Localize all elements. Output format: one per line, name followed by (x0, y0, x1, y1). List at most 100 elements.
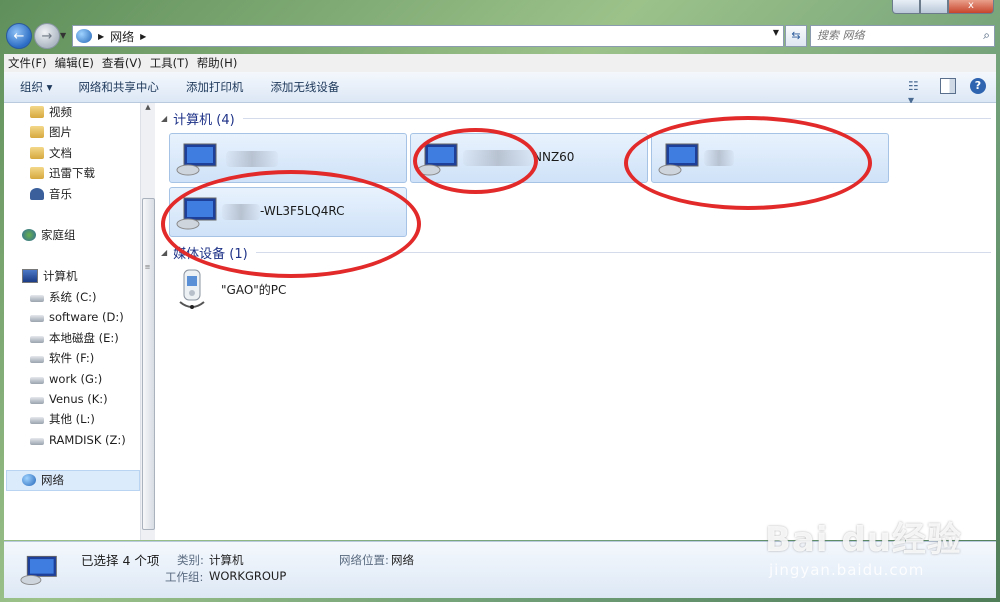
window-controls: x (892, 0, 994, 14)
sidebar-item-drive-k[interactable]: Venus (K:) (30, 390, 108, 408)
sidebar-item-drive-d[interactable]: software (D:) (30, 308, 124, 326)
sidebar-item-thunder-downloads[interactable]: 迅雷下载 (30, 164, 95, 182)
category-label: 类别: (177, 553, 204, 567)
menu-help[interactable]: 帮助(H) (193, 55, 242, 71)
menu-edit[interactable]: 编辑(E) (51, 55, 98, 71)
media-device-name: "GAO"的PC (221, 282, 287, 297)
system-drive-icon (30, 295, 44, 302)
recent-pages-dropdown[interactable]: ▼ (60, 31, 66, 40)
group-title: 计算机 (4) (173, 113, 235, 128)
watermark-url: jingyan.baidu.com (769, 561, 925, 579)
network-icon (76, 29, 92, 43)
menu-bar: 文件(F) 编辑(E) 查看(V) 工具(T) 帮助(H) (4, 54, 996, 72)
sidebar-item-documents[interactable]: 文档 (30, 144, 72, 162)
collapse-icon[interactable]: ◢ (161, 248, 167, 257)
computer-icon (176, 143, 217, 176)
content-area: ◢ 计算机 (4) NNZ60 -WL3F5LQ4RC ◢ 媒体设备 (1) "… (155, 103, 996, 540)
redacted-name (226, 151, 278, 167)
drive-icon (30, 438, 44, 445)
add-printer-button[interactable]: 添加打印机 (186, 79, 244, 95)
network-icon (22, 474, 36, 486)
watermark-logo: Bai du经验 (765, 520, 962, 560)
menu-tools[interactable]: 工具(T) (146, 55, 193, 71)
nav-scrollbar[interactable]: ▲ ≡ (140, 103, 155, 540)
annotation-circle (624, 116, 872, 210)
change-view-icon[interactable]: ☷ ▾ (908, 79, 926, 107)
help-icon[interactable]: ? (970, 78, 986, 94)
sidebar-item-network[interactable]: 网络 (22, 471, 64, 489)
sidebar-label: Venus (K:) (49, 392, 108, 406)
sidebar-label: RAMDISK (Z:) (49, 433, 126, 447)
annotation-circle (161, 170, 421, 278)
back-button[interactable]: ← (6, 23, 32, 49)
pictures-folder-icon (30, 126, 44, 138)
network-sharing-center-button[interactable]: 网络和共享中心 (78, 79, 159, 95)
refresh-button[interactable]: ⇆ (785, 25, 807, 47)
sidebar-item-music[interactable]: 音乐 (30, 185, 72, 203)
menu-file[interactable]: 文件(F) (4, 55, 51, 71)
sidebar-label: work (G:) (49, 372, 103, 386)
minimize-button[interactable] (892, 0, 920, 14)
close-button[interactable]: x (948, 0, 994, 14)
maximize-button[interactable] (920, 0, 948, 14)
drive-icon (30, 377, 44, 384)
drive-icon (30, 315, 44, 322)
breadcrumb-chevron-icon[interactable]: ▶ (140, 32, 146, 41)
drive-icon (30, 417, 44, 424)
sidebar-item-drive-g[interactable]: work (G:) (30, 370, 102, 388)
documents-folder-icon (30, 147, 44, 159)
forward-arrow-icon: → (41, 28, 53, 44)
workgroup-value: WORKGROUP (209, 569, 287, 583)
sidebar-label: 视频 (49, 105, 72, 119)
breadcrumb-separator-icon[interactable]: ▶ (98, 32, 104, 41)
drive-icon (30, 336, 44, 343)
sidebar-label: software (D:) (49, 310, 124, 324)
search-box[interactable]: ⌕ (810, 25, 995, 47)
homegroup-icon (22, 229, 36, 241)
drive-icon (30, 356, 44, 363)
group-divider (242, 118, 991, 119)
workgroup-label: 工作组: (165, 570, 204, 584)
sidebar-label: 其他 (L:) (49, 412, 95, 426)
forward-button[interactable]: → (34, 23, 60, 49)
sidebar-item-drive-c[interactable]: 系统 (C:) (30, 288, 97, 306)
network-location-value: 网络 (391, 553, 414, 567)
search-input[interactable] (815, 28, 969, 43)
breadcrumb-network[interactable]: 网络 (110, 28, 134, 45)
address-dropdown-icon[interactable]: ▼ (773, 28, 779, 37)
sidebar-item-drive-z[interactable]: RAMDISK (Z:) (30, 431, 126, 449)
sidebar-item-drive-f[interactable]: 软件 (F:) (30, 349, 94, 367)
navigation-pane: 视频 图片 文档 迅雷下载 音乐 家庭组 计算机 系统 (C:) softwar… (4, 103, 155, 540)
category-value: 计算机 (209, 553, 244, 567)
video-folder-icon (30, 106, 44, 118)
sidebar-item-drive-e[interactable]: 本地磁盘 (E:) (30, 329, 119, 347)
add-wireless-device-button[interactable]: 添加无线设备 (270, 79, 339, 95)
sidebar-label: 计算机 (43, 269, 78, 283)
computer-name: NNZ60 (533, 150, 575, 164)
music-icon (30, 188, 44, 200)
sidebar-label: 图片 (49, 125, 72, 139)
sidebar-label: 文档 (49, 146, 72, 160)
navigation-bar: ← → ▼ ▶ 网络 ▶ ▼ ⇆ ⌕ (0, 18, 1000, 54)
sidebar-item-computer[interactable]: 计算机 (22, 267, 78, 285)
search-icon[interactable]: ⌕ (983, 28, 990, 43)
back-arrow-icon: ← (13, 28, 25, 44)
scrollbar-thumb[interactable] (142, 198, 155, 530)
command-bar: 组织 ▾ 网络和共享中心 添加打印机 添加无线设备 ☷ ▾ ? (4, 72, 996, 107)
media-device-icon (179, 269, 205, 309)
selection-count: 已选择 4 个项 (81, 553, 160, 568)
sidebar-item-pictures[interactable]: 图片 (30, 123, 72, 141)
group-header-computers[interactable]: ◢ 计算机 (4) (161, 109, 991, 128)
sidebar-label: 音乐 (49, 187, 72, 201)
sidebar-item-drive-l[interactable]: 其他 (L:) (30, 410, 95, 428)
network-location-label: 网络位置: (339, 553, 389, 567)
organize-button[interactable]: 组织 ▾ (20, 79, 52, 95)
preview-pane-icon[interactable] (940, 78, 956, 94)
sidebar-item-homegroup[interactable]: 家庭组 (22, 226, 76, 244)
menu-view[interactable]: 查看(V) (98, 55, 146, 71)
sidebar-item-videos[interactable]: 视频 (30, 103, 72, 121)
drive-icon (30, 397, 44, 404)
collapse-icon[interactable]: ◢ (161, 114, 167, 123)
address-bar[interactable]: ▶ 网络 ▶ ▼ (72, 25, 784, 47)
scroll-up-icon[interactable]: ▲ (141, 103, 155, 117)
